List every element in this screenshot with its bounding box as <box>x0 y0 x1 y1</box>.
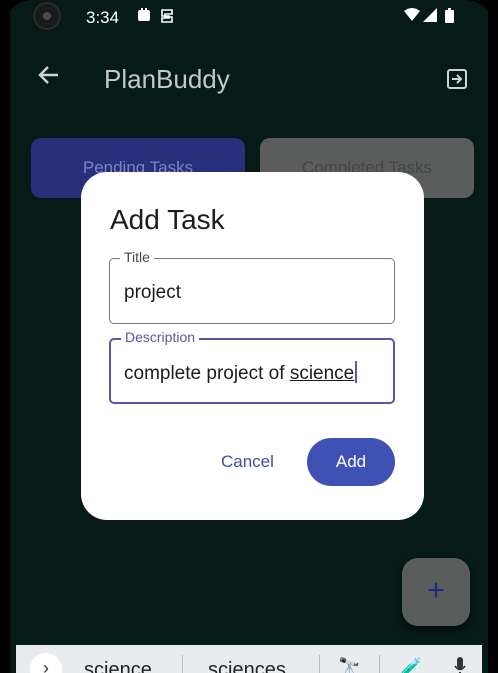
add-task-fab[interactable]: + <box>402 558 470 626</box>
test-tube-emoji-icon[interactable]: 🧪 <box>400 657 422 673</box>
app-title: PlanBuddy <box>104 64 230 94</box>
app-notification-icon <box>160 8 174 28</box>
dialog-title: Add Task <box>110 204 225 235</box>
signal-icon <box>423 8 437 26</box>
title-field[interactable]: Title project <box>109 249 395 324</box>
suggestion-item[interactable]: science <box>84 659 152 673</box>
camera-cutout <box>33 2 61 30</box>
microphone-icon[interactable] <box>454 657 466 673</box>
text-cursor <box>355 361 358 383</box>
back-arrow-icon[interactable] <box>36 62 62 95</box>
telescope-emoji-icon[interactable]: 🔭 <box>338 657 360 673</box>
suggestion-item[interactable]: sciences <box>208 659 286 673</box>
suggestion-divider <box>182 655 183 673</box>
suggestion-divider <box>319 655 320 673</box>
title-field-value: project <box>124 282 182 303</box>
status-bar: 3:34 <box>0 0 498 36</box>
description-field-label: Description <box>121 329 200 345</box>
phone-bezel-right <box>488 0 498 673</box>
suggestion-divider <box>379 655 380 673</box>
description-text: complete project of <box>124 363 290 384</box>
chevron-right-icon[interactable]: › <box>30 653 62 673</box>
app-bar: PlanBuddy <box>0 48 498 112</box>
phone-bezel-left <box>0 0 10 673</box>
notification-icon <box>137 8 151 26</box>
keyboard-suggestion-bar: › science sciences 🔭 🧪 <box>16 645 482 673</box>
add-button[interactable]: Add <box>307 438 395 486</box>
description-field[interactable]: Description complete project of science <box>109 329 395 404</box>
battery-icon <box>445 8 454 27</box>
status-time: 3:34 <box>86 8 120 27</box>
logout-icon[interactable] <box>446 68 468 90</box>
description-field-value: complete project of science <box>124 361 358 385</box>
phone-screen: 3:34 PlanBuddy Pending Tasks Completed T… <box>0 0 498 673</box>
cancel-button[interactable]: Cancel <box>221 452 274 472</box>
add-task-dialog: Add Task Title project Description compl… <box>81 172 424 520</box>
title-field-label: Title <box>120 249 154 265</box>
wifi-icon <box>404 8 420 26</box>
composing-word: science <box>289 363 355 384</box>
